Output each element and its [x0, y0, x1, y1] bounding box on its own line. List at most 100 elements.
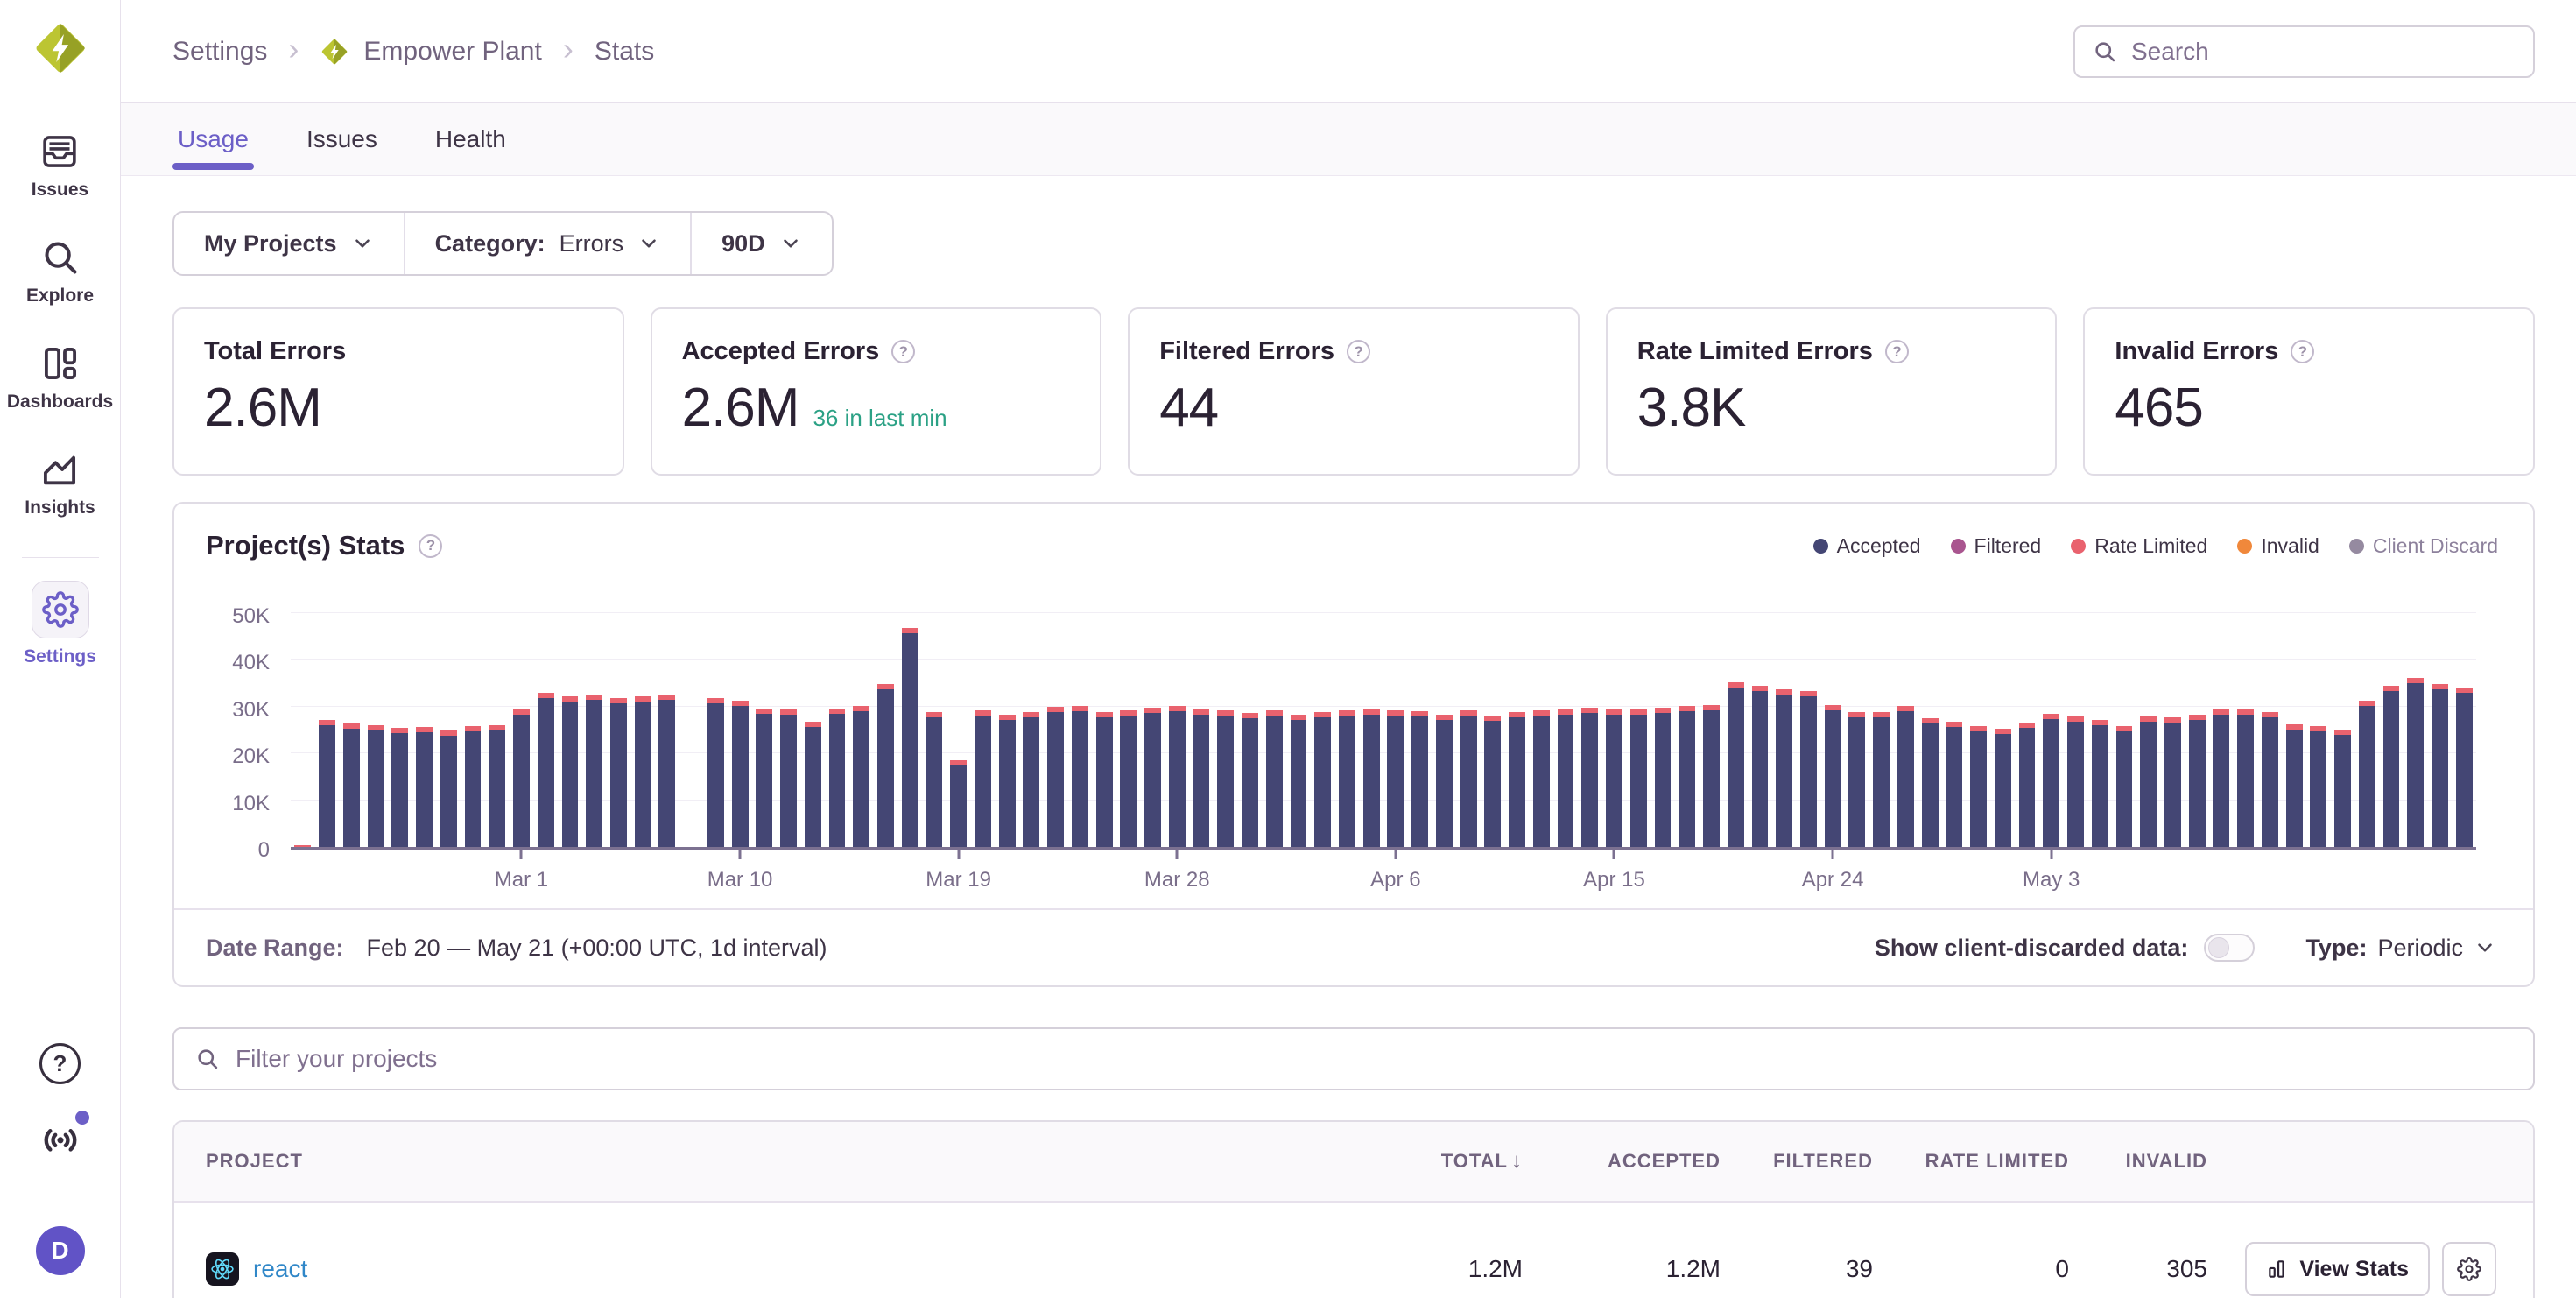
chart-bar[interactable]: [1484, 716, 1501, 847]
chart-bar[interactable]: [1217, 710, 1234, 847]
project-settings-button[interactable]: [2442, 1242, 2496, 1296]
breadcrumb-project[interactable]: Empower Plant: [320, 37, 541, 67]
projects-filter-dropdown[interactable]: My Projects: [174, 213, 404, 274]
project-filter-input[interactable]: [236, 1045, 2512, 1073]
chart-bar[interactable]: [1776, 689, 1792, 847]
chart-bar[interactable]: [732, 701, 749, 847]
col-filtered[interactable]: FILTERED: [1721, 1150, 1873, 1173]
chart-bar[interactable]: [562, 696, 579, 847]
chart-bar[interactable]: [343, 723, 360, 847]
chart-bar[interactable]: [950, 760, 967, 847]
org-logo[interactable]: [32, 19, 89, 77]
chart-bar[interactable]: [1266, 710, 1283, 847]
chart-bar[interactable]: [1436, 715, 1453, 847]
chart-bar[interactable]: [1897, 706, 1914, 847]
chart-bar[interactable]: [538, 693, 554, 847]
chart-bar[interactable]: [1460, 710, 1477, 847]
chart-bar[interactable]: [2432, 684, 2448, 847]
chart-bar[interactable]: [440, 730, 457, 848]
chart-bar[interactable]: [2359, 701, 2375, 847]
chart-bar[interactable]: [2456, 688, 2473, 847]
tab-usage[interactable]: Usage: [172, 103, 254, 175]
chart-bar[interactable]: [902, 628, 918, 847]
chart-bar[interactable]: [805, 722, 821, 847]
chart-bar[interactable]: [1922, 718, 1939, 847]
chart-bar[interactable]: [2213, 709, 2229, 847]
chart-bar[interactable]: [2116, 726, 2133, 847]
chart-plot[interactable]: Mar 1Mar 10Mar 19Mar 28Apr 6Apr 15Apr 24…: [291, 588, 2476, 850]
chart-bar[interactable]: [1047, 707, 1064, 847]
chart-bar[interactable]: [780, 709, 797, 847]
chart-bar[interactable]: [2019, 723, 2036, 847]
chart-bar[interactable]: [1411, 711, 1428, 847]
help-tooltip-icon[interactable]: ?: [2291, 340, 2314, 363]
chart-bar[interactable]: [2407, 678, 2424, 847]
chart-bar[interactable]: [829, 709, 846, 847]
chart-bar[interactable]: [2164, 717, 2181, 847]
chart-bar[interactable]: [368, 725, 384, 847]
sidebar-item-dashboards[interactable]: Dashboards: [7, 343, 113, 413]
col-total-sorted[interactable]: TOTAL↓: [1339, 1149, 1523, 1174]
chart-bar[interactable]: [1193, 709, 1210, 847]
chart-bar[interactable]: [1291, 715, 1307, 847]
chart-bar[interactable]: [1144, 708, 1161, 847]
help-tooltip-icon[interactable]: ?: [891, 340, 915, 363]
chart-bar[interactable]: [2334, 730, 2351, 847]
legend-item[interactable]: Accepted: [1813, 534, 1921, 558]
chart-bar[interactable]: [319, 720, 335, 847]
whats-new-broadcast-icon[interactable]: [39, 1118, 82, 1166]
chart-bar[interactable]: [416, 727, 433, 847]
chart-bar[interactable]: [1558, 709, 1574, 847]
sidebar-item-insights[interactable]: Insights: [25, 449, 95, 518]
col-rate-limited[interactable]: RATE LIMITED: [1873, 1150, 2069, 1173]
chart-bar[interactable]: [465, 726, 482, 847]
tab-health[interactable]: Health: [430, 103, 511, 175]
chart-bar[interactable]: [1995, 729, 2011, 847]
search-input[interactable]: [2131, 38, 2516, 66]
chart-bar[interactable]: [756, 709, 772, 847]
chart-bar[interactable]: [1848, 712, 1865, 847]
chart-bar[interactable]: [2262, 712, 2278, 847]
chart-bar[interactable]: [2067, 716, 2084, 847]
tab-issues[interactable]: Issues: [301, 103, 383, 175]
client-discard-toggle[interactable]: [2204, 934, 2255, 962]
sidebar-item-settings[interactable]: Settings: [24, 581, 96, 667]
chart-bar[interactable]: [1800, 691, 1817, 847]
help-tooltip-icon[interactable]: ?: [419, 534, 442, 558]
chart-bar[interactable]: [707, 698, 724, 847]
chart-bar[interactable]: [1728, 682, 1744, 847]
chart-bar[interactable]: [1630, 709, 1647, 847]
chart-bar[interactable]: [975, 710, 991, 847]
sidebar-item-explore[interactable]: Explore: [26, 237, 94, 307]
chart-bar[interactable]: [853, 706, 869, 847]
chart-bar[interactable]: [2043, 714, 2059, 847]
chart-bar[interactable]: [1825, 705, 1841, 847]
category-filter-dropdown[interactable]: Category: Errors: [404, 213, 691, 274]
chart-bar[interactable]: [1363, 709, 1380, 847]
chart-bar[interactable]: [391, 728, 408, 847]
chart-bar[interactable]: [2140, 716, 2157, 847]
chart-bar[interactable]: [2092, 720, 2108, 847]
chart-bar[interactable]: [1946, 722, 1962, 847]
help-icon[interactable]: ?: [39, 1043, 81, 1084]
global-search[interactable]: [2073, 25, 2535, 78]
chart-bar[interactable]: [1752, 686, 1769, 847]
user-avatar[interactable]: D: [36, 1226, 85, 1275]
chart-bar[interactable]: [294, 845, 311, 847]
chart-type-dropdown[interactable]: Type: Periodic: [2305, 935, 2496, 962]
chart-bar[interactable]: [1606, 709, 1622, 847]
chart-bar[interactable]: [513, 709, 530, 847]
chart-bar[interactable]: [1120, 710, 1137, 847]
chart-bar[interactable]: [1339, 710, 1355, 847]
chart-bar[interactable]: [1169, 706, 1186, 847]
chart-bar[interactable]: [1072, 706, 1088, 847]
chart-bar[interactable]: [2237, 709, 2254, 847]
chart-bar[interactable]: [635, 696, 651, 847]
chart-bar[interactable]: [489, 725, 505, 847]
chart-bar[interactable]: [2189, 715, 2206, 847]
project-filter-search[interactable]: [172, 1027, 2535, 1090]
chart-bar[interactable]: [1970, 726, 1987, 847]
period-filter-dropdown[interactable]: 90D: [690, 213, 832, 274]
chart-bar[interactable]: [1873, 712, 1890, 847]
help-tooltip-icon[interactable]: ?: [1885, 340, 1909, 363]
